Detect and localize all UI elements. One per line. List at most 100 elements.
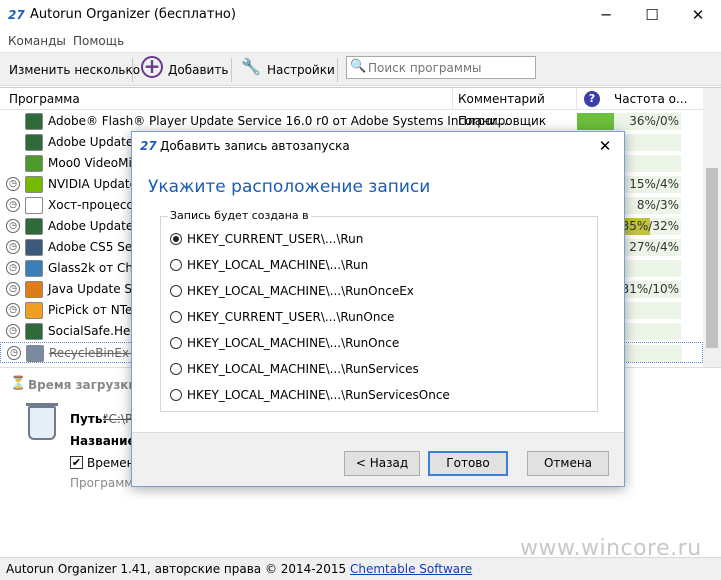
wrench-icon[interactable]: 🔧: [241, 57, 261, 77]
minimize-button[interactable]: ─: [583, 0, 629, 30]
menu-help[interactable]: Помощь: [73, 34, 124, 48]
radio-button[interactable]: [170, 311, 182, 323]
radio-label: HKEY_LOCAL_MACHINE\...\Run: [187, 258, 369, 272]
list-header: Программа Комментарий ? Частота о...: [0, 88, 703, 110]
back-button[interactable]: < Назад: [344, 451, 420, 476]
location-option[interactable]: HKEY_CURRENT_USER\...\Run: [170, 231, 590, 249]
app-window-icon: [25, 134, 43, 151]
recycle-bin-icon: [26, 403, 58, 440]
program-name: Adobe Updater: [48, 135, 139, 149]
dialog-title: Добавить запись автозапуска: [160, 139, 350, 153]
change-several-button[interactable]: Изменить несколько: [9, 58, 140, 82]
add-plus-icon[interactable]: +: [141, 56, 163, 78]
copyright-text: Autorun Organizer 1.41, авторские права …: [6, 562, 350, 576]
clock-icon: ◷: [6, 198, 20, 212]
radio-label: HKEY_LOCAL_MACHINE\...\RunOnceEx: [187, 284, 414, 298]
dialog-logo-icon: 27: [140, 139, 157, 153]
column-comment[interactable]: Комментарий: [458, 92, 545, 106]
program-name: Adobe Updater: [48, 219, 139, 233]
app-window-icon: [25, 218, 43, 235]
title-bar: 27 Autorun Organizer (бесплатно) ─ ☐ ✕: [0, 0, 721, 30]
toolbar-separator: [337, 58, 338, 82]
chemtable-link[interactable]: Chemtable Software: [350, 562, 472, 576]
settings-button[interactable]: Настройки: [267, 58, 335, 82]
status-text: Autorun Organizer 1.41, авторские права …: [6, 562, 472, 576]
paw-icon: [25, 155, 43, 172]
table-row[interactable]: Adobe® Flash® Player Update Service 16.0…: [0, 111, 703, 132]
column-program[interactable]: Программа: [9, 92, 80, 106]
clock-icon: ◷: [6, 177, 20, 191]
column-separator: [452, 88, 453, 110]
program-name: Adobe® Flash® Player Update Service 16.0…: [48, 114, 508, 128]
radio-button[interactable]: [170, 285, 182, 297]
location-groupbox: Запись будет создана в HKEY_CURRENT_USER…: [160, 209, 598, 412]
dialog-footer: < Назад Готово Отмена: [132, 432, 624, 486]
radio-label: HKEY_CURRENT_USER\...\RunOnce: [187, 310, 395, 324]
location-option[interactable]: HKEY_CURRENT_USER\...\RunOnce: [170, 309, 590, 327]
radio-button[interactable]: [170, 363, 182, 375]
radio-button[interactable]: [170, 389, 182, 401]
menu-commands[interactable]: Команды: [8, 34, 66, 48]
app-logo-icon: 27: [8, 8, 25, 22]
magnifier-icon: [25, 260, 43, 277]
location-option[interactable]: HKEY_LOCAL_MACHINE\...\Run: [170, 257, 590, 275]
maximize-button[interactable]: ☐: [629, 0, 675, 30]
group-label: Запись будет создана в: [168, 209, 311, 222]
add-autorun-dialog: 27 Добавить запись автозапуска ✕ Укажите…: [131, 131, 625, 487]
temporary-checkbox[interactable]: ✔: [70, 456, 83, 469]
cancel-button[interactable]: Отмена: [527, 451, 609, 476]
palette-icon: [25, 302, 43, 319]
clock-icon: ◷: [6, 261, 20, 275]
scrollbar-thumb[interactable]: [706, 168, 718, 348]
app-window-icon: [25, 323, 43, 340]
program-name: Moo0 VideoMin: [48, 156, 140, 170]
help-icon[interactable]: ?: [584, 91, 600, 107]
java-icon: [25, 281, 43, 298]
window-title: Autorun Organizer (бесплатно): [30, 7, 236, 22]
status-bar: Autorun Organizer 1.41, авторские права …: [0, 557, 721, 580]
radio-button[interactable]: [170, 233, 182, 245]
done-button[interactable]: Готово: [428, 451, 508, 476]
clock-icon: ◷: [6, 282, 20, 296]
radio-button[interactable]: [170, 259, 182, 271]
radio-label: HKEY_LOCAL_MACHINE\...\RunOnce: [187, 336, 400, 350]
location-option[interactable]: HKEY_LOCAL_MACHINE\...\RunOnce: [170, 335, 590, 353]
dialog-close-button[interactable]: ✕: [587, 132, 623, 160]
search-input[interactable]: [368, 59, 532, 76]
radio-button[interactable]: [170, 337, 182, 349]
clock-icon: ◷: [6, 324, 20, 338]
temporary-label: Времен: [87, 456, 135, 470]
recycle-bin-icon: [26, 345, 44, 362]
app-window-icon: [25, 113, 43, 130]
file-icon: [25, 197, 43, 214]
hourglass-icon: ⏳: [10, 376, 27, 391]
app-window-icon: [25, 239, 43, 256]
close-button[interactable]: ✕: [675, 0, 721, 30]
search-box[interactable]: 🔍: [346, 56, 536, 79]
search-icon: 🔍: [350, 59, 367, 74]
program-name: PicPick от NTeW: [48, 303, 145, 317]
dialog-title-bar: 27 Добавить запись автозапуска ✕: [132, 132, 624, 161]
radio-label: HKEY_CURRENT_USER\...\Run: [187, 232, 364, 246]
clock-icon: ◷: [6, 219, 20, 233]
clock-icon: ◷: [7, 346, 21, 360]
frequency-value: 36%/0%: [629, 114, 679, 128]
dialog-heading: Укажите расположение записи: [148, 177, 431, 197]
clock-icon: ◷: [6, 303, 20, 317]
program-comment: Планировщик: [458, 114, 547, 128]
radio-label: HKEY_LOCAL_MACHINE\...\RunServices: [187, 362, 419, 376]
toolbar-separator: [132, 58, 133, 82]
location-option[interactable]: HKEY_LOCAL_MACHINE\...\RunOnceEx: [170, 283, 590, 301]
nvidia-icon: [25, 176, 43, 193]
location-option[interactable]: HKEY_LOCAL_MACHINE\...\RunServices: [170, 361, 590, 379]
list-scrollbar[interactable]: [703, 88, 721, 368]
column-frequency[interactable]: Частота о...: [614, 92, 687, 106]
program-name: Adobe CS5 Serv: [48, 240, 145, 254]
toolbar-separator: [231, 58, 232, 82]
add-button[interactable]: Добавить: [168, 58, 228, 82]
menu-bar: Команды Помощь: [0, 30, 721, 52]
location-option[interactable]: HKEY_LOCAL_MACHINE\...\RunServicesOnce: [170, 387, 590, 405]
name-label: Название:: [70, 434, 141, 448]
radio-label: HKEY_LOCAL_MACHINE\...\RunServicesOnce: [187, 388, 450, 402]
program-name: SocialSafe.Help: [48, 324, 142, 338]
